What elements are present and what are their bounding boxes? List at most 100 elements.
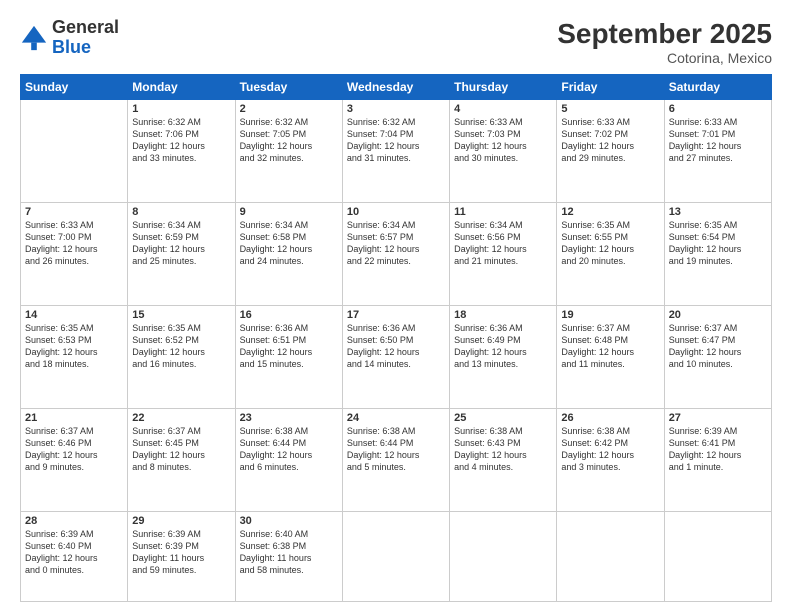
day-cell [342,511,449,601]
col-header-monday: Monday [128,75,235,100]
day-number: 3 [347,103,445,115]
day-info: Sunrise: 6:38 AM Sunset: 6:42 PM Dayligh… [561,425,659,474]
day-number: 21 [25,412,123,424]
day-info: Sunrise: 6:37 AM Sunset: 6:46 PM Dayligh… [25,425,123,474]
day-cell: 19Sunrise: 6:37 AM Sunset: 6:48 PM Dayli… [557,305,664,408]
day-cell: 7Sunrise: 6:33 AM Sunset: 7:00 PM Daylig… [21,202,128,305]
day-cell [664,511,771,601]
day-number: 30 [240,515,338,527]
day-number: 13 [669,206,767,218]
day-cell: 29Sunrise: 6:39 AM Sunset: 6:39 PM Dayli… [128,511,235,601]
day-cell: 28Sunrise: 6:39 AM Sunset: 6:40 PM Dayli… [21,511,128,601]
day-cell: 4Sunrise: 6:33 AM Sunset: 7:03 PM Daylig… [450,100,557,203]
day-cell: 1Sunrise: 6:32 AM Sunset: 7:06 PM Daylig… [128,100,235,203]
day-cell: 2Sunrise: 6:32 AM Sunset: 7:05 PM Daylig… [235,100,342,203]
day-info: Sunrise: 6:36 AM Sunset: 6:50 PM Dayligh… [347,322,445,371]
day-cell: 12Sunrise: 6:35 AM Sunset: 6:55 PM Dayli… [557,202,664,305]
day-info: Sunrise: 6:37 AM Sunset: 6:48 PM Dayligh… [561,322,659,371]
day-info: Sunrise: 6:39 AM Sunset: 6:41 PM Dayligh… [669,425,767,474]
day-cell: 15Sunrise: 6:35 AM Sunset: 6:52 PM Dayli… [128,305,235,408]
day-number: 6 [669,103,767,115]
day-number: 27 [669,412,767,424]
day-cell: 8Sunrise: 6:34 AM Sunset: 6:59 PM Daylig… [128,202,235,305]
day-number: 25 [454,412,552,424]
col-header-friday: Friday [557,75,664,100]
header: General Blue September 2025 Cotorina, Me… [20,18,772,66]
day-info: Sunrise: 6:40 AM Sunset: 6:38 PM Dayligh… [240,528,338,577]
day-info: Sunrise: 6:39 AM Sunset: 6:40 PM Dayligh… [25,528,123,577]
calendar-table: SundayMondayTuesdayWednesdayThursdayFrid… [20,74,772,602]
day-cell: 22Sunrise: 6:37 AM Sunset: 6:45 PM Dayli… [128,408,235,511]
day-cell: 23Sunrise: 6:38 AM Sunset: 6:44 PM Dayli… [235,408,342,511]
day-cell: 16Sunrise: 6:36 AM Sunset: 6:51 PM Dayli… [235,305,342,408]
day-number: 17 [347,309,445,321]
day-cell [21,100,128,203]
day-number: 24 [347,412,445,424]
day-info: Sunrise: 6:37 AM Sunset: 6:47 PM Dayligh… [669,322,767,371]
col-header-tuesday: Tuesday [235,75,342,100]
title-block: September 2025 Cotorina, Mexico [557,18,772,66]
logo: General Blue [20,18,119,58]
week-row-4: 21Sunrise: 6:37 AM Sunset: 6:46 PM Dayli… [21,408,772,511]
day-number: 7 [25,206,123,218]
col-header-saturday: Saturday [664,75,771,100]
day-info: Sunrise: 6:38 AM Sunset: 6:44 PM Dayligh… [240,425,338,474]
day-cell: 27Sunrise: 6:39 AM Sunset: 6:41 PM Dayli… [664,408,771,511]
day-cell: 30Sunrise: 6:40 AM Sunset: 6:38 PM Dayli… [235,511,342,601]
day-info: Sunrise: 6:33 AM Sunset: 7:01 PM Dayligh… [669,116,767,165]
day-number: 8 [132,206,230,218]
day-info: Sunrise: 6:35 AM Sunset: 6:52 PM Dayligh… [132,322,230,371]
day-cell: 11Sunrise: 6:34 AM Sunset: 6:56 PM Dayli… [450,202,557,305]
day-cell: 3Sunrise: 6:32 AM Sunset: 7:04 PM Daylig… [342,100,449,203]
day-info: Sunrise: 6:35 AM Sunset: 6:54 PM Dayligh… [669,219,767,268]
day-number: 15 [132,309,230,321]
day-cell: 24Sunrise: 6:38 AM Sunset: 6:44 PM Dayli… [342,408,449,511]
day-info: Sunrise: 6:33 AM Sunset: 7:00 PM Dayligh… [25,219,123,268]
day-cell: 14Sunrise: 6:35 AM Sunset: 6:53 PM Dayli… [21,305,128,408]
day-info: Sunrise: 6:34 AM Sunset: 6:56 PM Dayligh… [454,219,552,268]
location: Cotorina, Mexico [557,50,772,66]
day-number: 20 [669,309,767,321]
day-number: 1 [132,103,230,115]
day-info: Sunrise: 6:35 AM Sunset: 6:53 PM Dayligh… [25,322,123,371]
day-cell: 25Sunrise: 6:38 AM Sunset: 6:43 PM Dayli… [450,408,557,511]
day-cell: 21Sunrise: 6:37 AM Sunset: 6:46 PM Dayli… [21,408,128,511]
day-info: Sunrise: 6:33 AM Sunset: 7:03 PM Dayligh… [454,116,552,165]
month-year: September 2025 [557,18,772,50]
col-header-wednesday: Wednesday [342,75,449,100]
day-number: 26 [561,412,659,424]
day-number: 16 [240,309,338,321]
day-info: Sunrise: 6:32 AM Sunset: 7:04 PM Dayligh… [347,116,445,165]
header-row: SundayMondayTuesdayWednesdayThursdayFrid… [21,75,772,100]
day-number: 4 [454,103,552,115]
day-info: Sunrise: 6:37 AM Sunset: 6:45 PM Dayligh… [132,425,230,474]
day-cell: 18Sunrise: 6:36 AM Sunset: 6:49 PM Dayli… [450,305,557,408]
day-number: 5 [561,103,659,115]
day-info: Sunrise: 6:34 AM Sunset: 6:57 PM Dayligh… [347,219,445,268]
day-number: 12 [561,206,659,218]
day-number: 29 [132,515,230,527]
day-info: Sunrise: 6:34 AM Sunset: 6:58 PM Dayligh… [240,219,338,268]
logo-text: General Blue [52,18,119,58]
week-row-3: 14Sunrise: 6:35 AM Sunset: 6:53 PM Dayli… [21,305,772,408]
day-number: 2 [240,103,338,115]
logo-blue: Blue [52,37,91,57]
day-cell: 13Sunrise: 6:35 AM Sunset: 6:54 PM Dayli… [664,202,771,305]
week-row-5: 28Sunrise: 6:39 AM Sunset: 6:40 PM Dayli… [21,511,772,601]
day-info: Sunrise: 6:32 AM Sunset: 7:05 PM Dayligh… [240,116,338,165]
day-info: Sunrise: 6:38 AM Sunset: 6:43 PM Dayligh… [454,425,552,474]
day-info: Sunrise: 6:34 AM Sunset: 6:59 PM Dayligh… [132,219,230,268]
week-row-1: 1Sunrise: 6:32 AM Sunset: 7:06 PM Daylig… [21,100,772,203]
day-number: 11 [454,206,552,218]
week-row-2: 7Sunrise: 6:33 AM Sunset: 7:00 PM Daylig… [21,202,772,305]
day-info: Sunrise: 6:35 AM Sunset: 6:55 PM Dayligh… [561,219,659,268]
day-info: Sunrise: 6:38 AM Sunset: 6:44 PM Dayligh… [347,425,445,474]
logo-general: General [52,17,119,37]
day-cell: 26Sunrise: 6:38 AM Sunset: 6:42 PM Dayli… [557,408,664,511]
day-number: 9 [240,206,338,218]
day-info: Sunrise: 6:32 AM Sunset: 7:06 PM Dayligh… [132,116,230,165]
day-cell [557,511,664,601]
day-number: 19 [561,309,659,321]
day-info: Sunrise: 6:39 AM Sunset: 6:39 PM Dayligh… [132,528,230,577]
col-header-thursday: Thursday [450,75,557,100]
